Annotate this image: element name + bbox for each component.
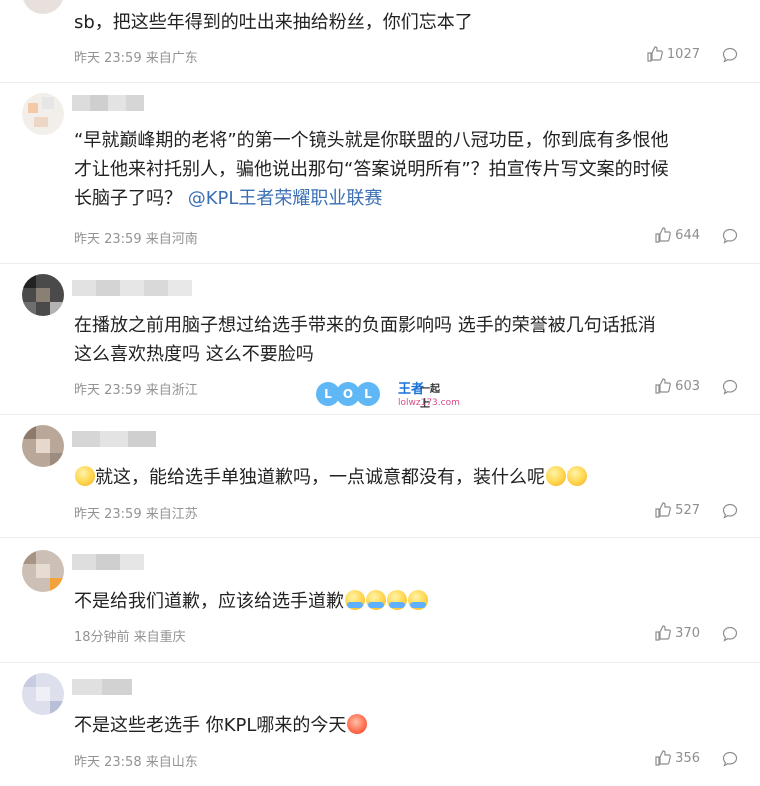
crying-emoji-icon: [345, 590, 365, 610]
comment-item: 就这，能给选手单独道歉吗，一点诚意都没有，装什么呢 昨天 23:59 来自江苏 …: [0, 415, 760, 538]
comment-text: 不是这些老选手 你KPL哪来的今天: [74, 711, 744, 740]
username-blurred[interactable]: [72, 280, 192, 296]
like-count: 1027: [666, 46, 700, 62]
comment-item: sb，把这些年得到的吐出来抽给粉丝，你们忘本了 昨天 23:59 来自广东 10…: [0, 0, 760, 83]
comment-item: 不是给我们道歉，应该给选手道歉 18分钟前 来自重庆 370: [0, 538, 760, 663]
like-button[interactable]: 356: [655, 750, 700, 766]
crying-emoji-icon: [387, 590, 407, 610]
comment-item: “早就巅峰期的老将”的第一个镜头就是你联盟的八冠功臣，你到底有多恨他 才让他来衬…: [0, 83, 760, 264]
mention-link[interactable]: @KPL王者荣耀职业联赛: [188, 188, 383, 209]
comment-meta: 昨天 23:58 来自山东: [74, 755, 198, 770]
comment-text: sb，把这些年得到的吐出来抽给粉丝，你们忘本了: [74, 12, 473, 33]
like-count: 356: [675, 750, 700, 766]
avatar[interactable]: [22, 673, 64, 715]
comment-meta: 昨天 23:59 来自广东: [74, 51, 198, 66]
thumbs-up-icon: [655, 502, 672, 518]
avatar[interactable]: [22, 0, 64, 14]
watermark-logo: L O L 王者 一起上 lolwz173.com: [316, 378, 460, 412]
thumbs-up-icon: [655, 750, 672, 766]
avatar[interactable]: [22, 550, 64, 592]
angry-emoji-icon: [347, 714, 368, 734]
comment-body: 就这，能给选手单独道歉吗，一点诚意都没有，装什么呢: [95, 467, 545, 488]
avatar[interactable]: [22, 274, 64, 316]
comment-text: 在播放之前用脑子想过给选手带来的负面影响吗 选手的荣誉被几句话抵消 这么喜欢热度…: [74, 315, 656, 365]
like-button[interactable]: 644: [655, 227, 700, 243]
avatar[interactable]: [22, 425, 64, 467]
comment-text: “早就巅峰期的老将”的第一个镜头就是你联盟的八冠功臣，你到底有多恨他 才让他来衬…: [74, 126, 744, 213]
thumbs-up-icon: [655, 227, 672, 243]
comment-bubble-icon[interactable]: [722, 47, 738, 63]
watermark-url: lolwz173.com: [398, 398, 460, 408]
smile-emoji-icon: [546, 466, 566, 486]
comment-text: 就这，能给选手单独道歉吗，一点诚意都没有，装什么呢: [74, 463, 744, 492]
username-blurred[interactable]: [72, 431, 156, 447]
comment-meta: 昨天 23:59 来自河南: [74, 232, 198, 247]
smug-emoji-icon: [75, 466, 95, 486]
comment-bubble-icon[interactable]: [722, 379, 738, 395]
thumbs-up-icon: [655, 378, 672, 394]
comment-meta: 昨天 23:59 来自江苏: [74, 507, 198, 522]
like-count: 603: [675, 378, 700, 394]
avatar[interactable]: [22, 93, 64, 135]
thumbs-up-icon: [655, 625, 672, 641]
like-button[interactable]: 1027: [647, 46, 700, 62]
crying-emoji-icon: [366, 590, 386, 610]
like-button[interactable]: 527: [655, 502, 700, 518]
comment-bubble-icon[interactable]: [722, 751, 738, 767]
comment-text: 不是给我们道歉，应该给选手道歉: [74, 587, 744, 616]
like-count: 644: [675, 227, 700, 243]
comment-meta: 昨天 23:59 来自浙江: [74, 383, 198, 398]
comment-body: 不是给我们道歉，应该给选手道歉: [74, 591, 344, 612]
thumbs-up-icon: [647, 46, 663, 62]
comment-body: 不是这些老选手 你KPL哪来的今天: [74, 715, 347, 736]
watermark-letter: L: [356, 382, 380, 406]
crying-emoji-icon: [408, 590, 428, 610]
username-blurred[interactable]: [72, 95, 144, 111]
username-blurred[interactable]: [72, 554, 144, 570]
comment-item: 不是这些老选手 你KPL哪来的今天 昨天 23:58 来自山东 356: [0, 663, 760, 786]
comment-bubble-icon[interactable]: [722, 503, 738, 519]
comment-meta: 18分钟前 来自重庆: [74, 630, 186, 645]
username-blurred[interactable]: [72, 679, 132, 695]
like-button[interactable]: 603: [655, 378, 700, 394]
like-count: 527: [675, 502, 700, 518]
comment-bubble-icon[interactable]: [722, 626, 738, 642]
like-count: 370: [675, 625, 700, 641]
like-button[interactable]: 370: [655, 625, 700, 641]
smile-emoji-icon: [567, 466, 587, 486]
comment-bubble-icon[interactable]: [722, 228, 738, 244]
